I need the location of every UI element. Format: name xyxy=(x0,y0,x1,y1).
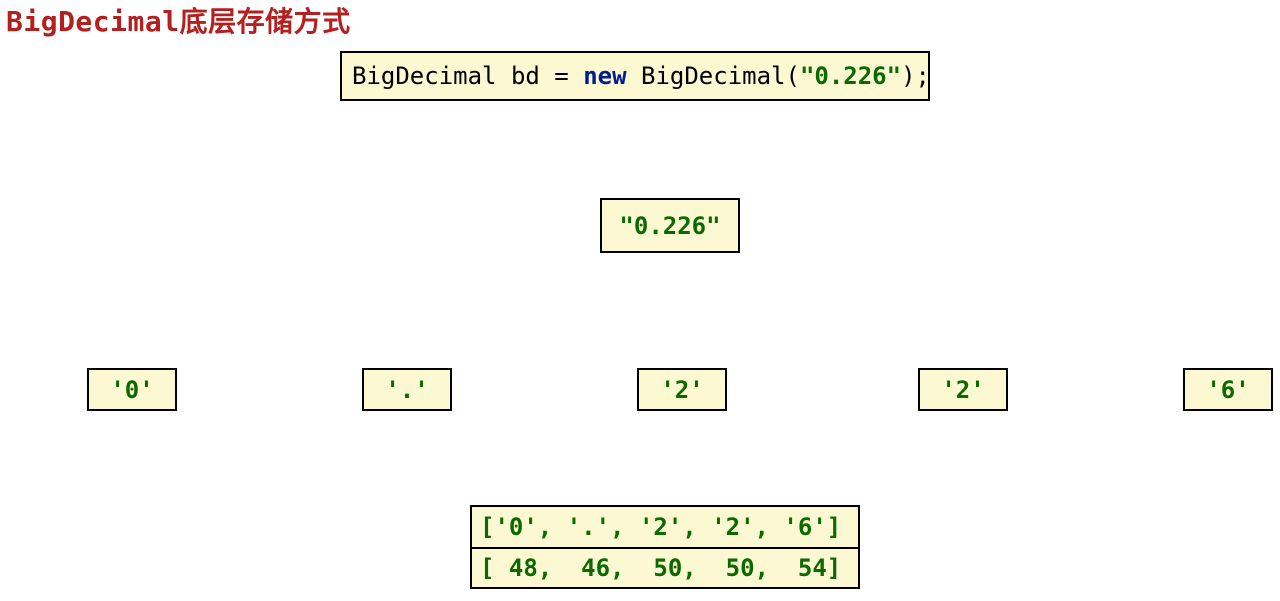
char-box-0: '0' xyxy=(87,368,177,411)
array-row-ints: [ 48, 46, 50, 50, 54] xyxy=(472,547,858,587)
code-post: ); xyxy=(901,62,930,90)
code-string-arg: "0.226" xyxy=(800,62,901,90)
array-table: ['0', '.', '2', '2', '6'] [ 48, 46, 50, … xyxy=(470,505,860,589)
char-box-1: '.' xyxy=(362,368,452,411)
char-box-3: '2' xyxy=(918,368,1008,411)
diagram-root: BigDecimal底层存储方式 BigDecimal bd = new Big… xyxy=(0,0,1280,601)
code-mid: BigDecimal( xyxy=(627,62,800,90)
diagram-title: BigDecimal底层存储方式 xyxy=(6,0,351,40)
string-literal-box: "0.226" xyxy=(600,198,740,253)
char-box-4: '6' xyxy=(1183,368,1273,411)
array-row-chars: ['0', '.', '2', '2', '6'] xyxy=(472,507,858,547)
code-declaration-box: BigDecimal bd = new BigDecimal("0.226"); xyxy=(340,51,930,101)
code-pre: BigDecimal bd = xyxy=(352,62,583,90)
char-box-2: '2' xyxy=(637,368,727,411)
code-keyword-new: new xyxy=(583,62,626,90)
